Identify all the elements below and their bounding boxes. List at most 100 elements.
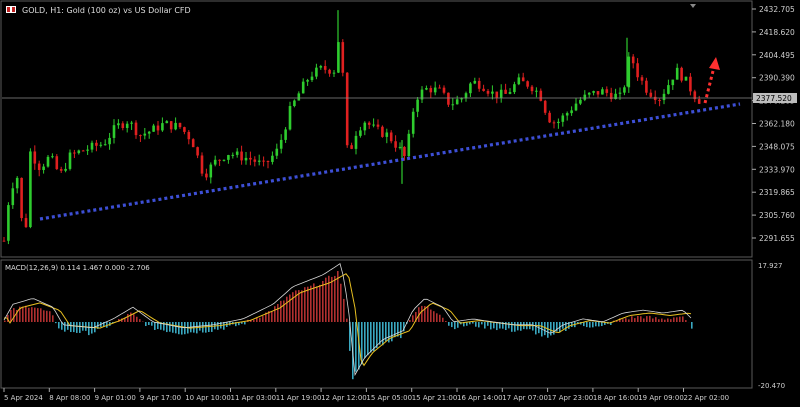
candle-body (543, 100, 547, 113)
candle-body (455, 99, 459, 105)
macd-bar (334, 275, 336, 322)
candle-body (187, 131, 191, 140)
macd-bar (4, 320, 6, 322)
macd-bar (367, 322, 369, 356)
macd-bar (454, 322, 456, 330)
candle-body (15, 177, 19, 189)
candle-body (350, 145, 353, 149)
candle-body (152, 125, 155, 132)
macd-bar (427, 306, 429, 322)
candle-body (103, 144, 107, 146)
candle-body (645, 80, 648, 93)
macd-label: MACD(12,26,9) 0.114 1.467 0.000 -2.706 (5, 264, 150, 272)
macd-bar (457, 322, 459, 328)
macd-bar (127, 313, 129, 322)
candle-body (649, 92, 653, 97)
candle-body (209, 164, 213, 178)
candle-body (108, 137, 111, 145)
macd-bar (130, 312, 132, 322)
macd-bar (292, 292, 294, 322)
macd-bar (271, 311, 273, 322)
macd-bar (313, 283, 315, 322)
macd-bar (364, 322, 366, 358)
macd-bar (658, 319, 660, 322)
macd-bar (586, 322, 588, 328)
macd-bar (28, 307, 30, 322)
candle-body (284, 129, 287, 140)
price-tick-label: 2305.760 (759, 211, 795, 220)
macd-bar (661, 318, 663, 322)
macd-bar (685, 320, 687, 322)
macd-bar (346, 318, 348, 322)
time-axis[interactable]: 5 Apr 2024 8 Apr 08:00 9 Apr 01:00 9 Apr 17… (3, 388, 729, 402)
candle-body (561, 115, 565, 122)
candle-body (548, 112, 551, 123)
macd-bar (478, 322, 480, 328)
macd-bar (55, 322, 57, 324)
macd-bar (643, 318, 645, 322)
candle-body (253, 159, 257, 162)
macd-bar (22, 306, 24, 322)
candle-body (288, 106, 292, 130)
candle-body (59, 169, 63, 171)
macd-bar (46, 310, 48, 322)
candle-body (530, 86, 534, 92)
candle-body (631, 56, 635, 64)
macd-bar (439, 314, 441, 322)
candle-body (653, 96, 657, 101)
candle-body (407, 133, 411, 157)
chart-window[interactable]: GOLD, H1: Gold (100 oz) vs US Dollar CFD… (0, 0, 800, 407)
symbol-header: GOLD, H1: Gold (100 oz) vs US Dollar CFD (6, 6, 191, 15)
candle-body (24, 218, 28, 228)
macd-bar (373, 322, 375, 352)
time-tick-label: 10 Apr 10:00 (185, 394, 231, 402)
candle-body (86, 149, 89, 151)
macd-bar (544, 322, 546, 336)
candle-body (7, 205, 10, 241)
macd-bar (322, 280, 324, 322)
time-tick-label: 9 Apr 01:00 (95, 394, 136, 402)
candle-body (425, 88, 428, 90)
macd-bar (442, 317, 444, 322)
price-axis[interactable]: 2432.7052418.6202404.4952390.3902376.285… (752, 5, 795, 243)
candle-body (95, 142, 98, 146)
candle-body (592, 91, 595, 93)
candle-body (257, 160, 261, 162)
macd-bar (316, 286, 318, 322)
candle-body (279, 139, 283, 149)
candle-body (460, 98, 463, 100)
candle-body (671, 79, 675, 86)
price-tick-label: 2432.705 (759, 5, 795, 14)
macd-bar (646, 316, 648, 322)
candle-body (11, 188, 15, 206)
candle-body (200, 155, 204, 174)
macd-bar (505, 322, 507, 330)
macd-bar (169, 322, 171, 332)
time-tick-label: 5 Apr 2024 (4, 394, 43, 402)
support-trendline[interactable] (39, 102, 741, 221)
macd-bar (535, 322, 537, 335)
macd-bar (79, 322, 81, 333)
candle-body (473, 80, 477, 84)
candle-body (354, 135, 358, 149)
price-tick-label: 2319.865 (759, 188, 795, 197)
macd-bar (175, 322, 177, 334)
macd-bar (340, 283, 342, 322)
upward-arrow-icon (703, 57, 720, 104)
candle-body (521, 77, 525, 82)
candle-body (381, 126, 384, 137)
candle-body (442, 87, 446, 93)
macd-bar (655, 317, 657, 322)
price-chart[interactable]: GOLD, H1: Gold (100 oz) vs US Dollar CFD… (0, 0, 800, 407)
candle-body (99, 144, 103, 146)
candle-body (359, 130, 362, 136)
candle-body (64, 168, 67, 171)
macd-bar (670, 319, 672, 322)
scroll-marker-icon[interactable] (690, 4, 696, 8)
window-icon-left (7, 7, 10, 12)
candle-body (315, 67, 318, 77)
candle-body (680, 67, 683, 81)
candle-body (134, 122, 138, 136)
candle-body (675, 67, 679, 80)
candle-body (697, 99, 701, 104)
